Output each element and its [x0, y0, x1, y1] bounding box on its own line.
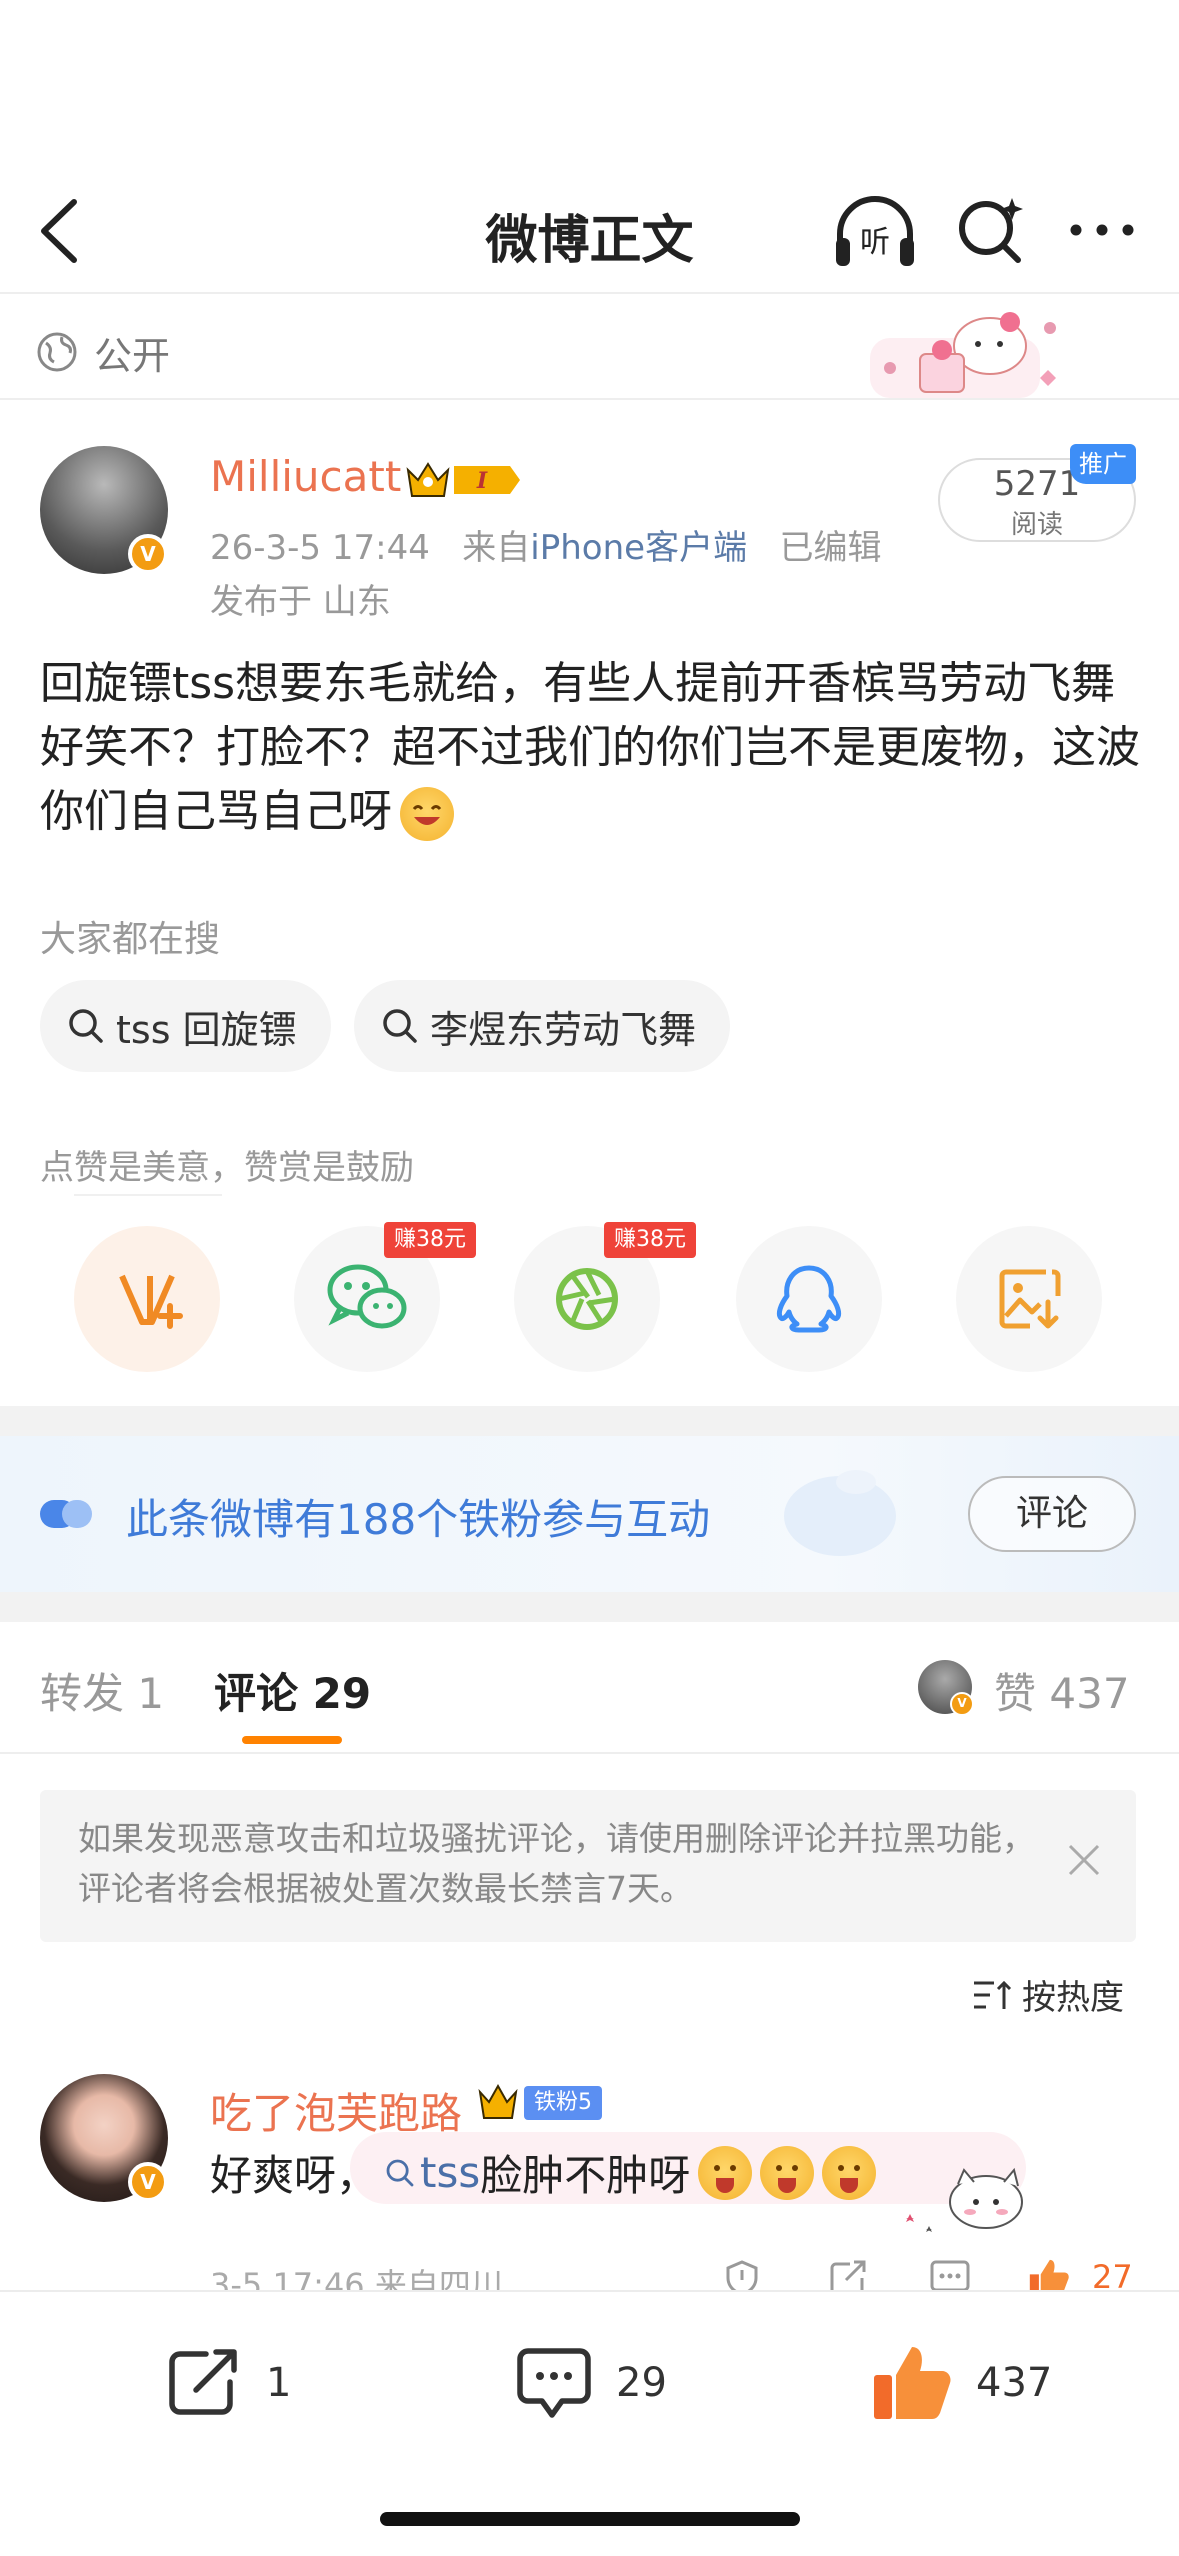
hot-search-chip[interactable]: 李煜东劳动飞舞 [354, 980, 731, 1072]
comment-icon [517, 2348, 591, 2418]
hot-search-chip-label: 李煜东劳动飞舞 [430, 1007, 697, 1052]
earn-badge: 赚38元 [384, 1222, 476, 1258]
cat-sticker-decoration [906, 2167, 1023, 2232]
visibility-row: 公开 [36, 322, 170, 382]
reward-v-icon [119, 1274, 183, 1329]
comment-bar-button[interactable]: 29 [514, 2338, 667, 2428]
close-icon[interactable] [1064, 1840, 1104, 1880]
post-content-text: 回旋镖tss想要东毛就给，有些人提前开香槟骂劳动飞舞好笑不？打脸不？超不过我们的… [40, 658, 1140, 837]
visibility-label: 公开 [94, 333, 171, 378]
verified-badge-icon: V [128, 2162, 168, 2202]
iron-fans-text: 此条微博有188个铁粉参与互动 [126, 1495, 711, 1544]
hot-search-chip-label: tss 回旋镖 [116, 1007, 297, 1052]
comment-count: 29 [616, 2360, 667, 2406]
tabs-divider [0, 1752, 1179, 1754]
more-icon[interactable] [1066, 210, 1138, 250]
search-icon [386, 2159, 414, 2186]
hot-search-title: 大家都在搜 [40, 919, 221, 960]
tab-likes[interactable]: 赞 437 [994, 1660, 1130, 1721]
repost-button[interactable]: 1 [166, 2338, 291, 2428]
nav-bar: 微博正文 听 [0, 170, 1179, 290]
post-from-prefix: 来自 [462, 528, 531, 568]
vip-crown-icon [478, 2083, 518, 2119]
search-icon[interactable] [956, 194, 1026, 266]
post-time: 26-3-5 17:44 [210, 528, 430, 568]
iron-fans-banner: 此条微博有188个铁粉参与互动 评论 [0, 1436, 1179, 1592]
listen-headphones-icon[interactable]: 听 [832, 192, 918, 272]
grin-emoji-icon [400, 787, 454, 841]
fan-level-badge: 铁粉5 [524, 2086, 602, 2120]
search-icon [69, 1009, 103, 1043]
post-source[interactable]: iPhone客户端 [530, 528, 747, 568]
image-download-icon [999, 1269, 1061, 1329]
level-badge: I [476, 468, 488, 494]
post-meta: 26-3-5 17:44 来自iPhone客户端 已编辑 [210, 520, 882, 569]
svg-text:听: 听 [860, 225, 890, 260]
section-gap [0, 1592, 1179, 1622]
comment-notice: 如果发现恶意攻击和垃圾骚扰评论，请使用删除评论并拉黑功能，评论者将会根据被处置次… [40, 1790, 1136, 1942]
verified-badge-icon: V [128, 534, 168, 574]
praise-pointer [74, 1194, 222, 1196]
read-count-label: 阅读 [1010, 510, 1063, 540]
active-tab-indicator [242, 1736, 342, 1744]
edited-label[interactable]: 已编辑 [780, 528, 882, 568]
comment-text-suffix: 脸肿不肿呀 [480, 2151, 691, 2200]
globe-icon [37, 332, 77, 372]
post-content: 回旋镖tss想要东毛就给，有些人提前开香槟骂劳动飞舞好笑不？打脸不？超不过我们的… [40, 652, 1140, 844]
praise-title: 点赞是美意，赞赏是鼓励 [40, 1148, 414, 1188]
home-indicator [380, 2512, 800, 2526]
earn-badge: 赚38元 [604, 1222, 696, 1258]
promote-badge[interactable]: 推广 [1070, 444, 1136, 484]
vip-crown-icon: I [406, 462, 520, 497]
reward-button[interactable] [74, 1226, 220, 1372]
sort-toggle[interactable]: 按热度 [972, 1970, 1124, 2019]
fans-tag-icon [40, 1500, 92, 1528]
tab-comments-count: 29 [312, 1669, 372, 1718]
author-name[interactable]: Milliucatt [210, 452, 401, 501]
comment-button[interactable]: 评论 [968, 1476, 1136, 1552]
search-icon [383, 1009, 417, 1043]
tab-likes-count: 437 [1049, 1669, 1130, 1718]
thumbs-up-icon [874, 2347, 951, 2419]
nav-divider [0, 292, 1179, 294]
repost-icon [169, 2349, 237, 2415]
tab-repost[interactable]: 转发 1 [40, 1660, 164, 1721]
qq-penguin-icon [776, 1265, 842, 1333]
comment-topic-link[interactable]: tss [384, 2148, 480, 2197]
comment-text: 好爽呀， tss 脸肿不肿呀 [210, 2142, 877, 2203]
tongue-emoji-icon [698, 2145, 753, 2200]
tab-comments-label: 评论 [214, 1669, 299, 1718]
save-image-button[interactable] [956, 1226, 1102, 1372]
like-count: 437 [976, 2360, 1053, 2406]
repost-count: 1 [266, 2360, 292, 2406]
tongue-emoji-icon [822, 2145, 877, 2200]
section-divider [0, 398, 1179, 400]
hot-search-chip[interactable]: tss 回旋镖 [40, 980, 331, 1072]
share-qq-button[interactable] [736, 1226, 882, 1372]
tab-likes-label: 赞 [994, 1669, 1037, 1718]
comment-notice-text: 如果发现恶意攻击和垃圾骚扰评论，请使用删除评论并拉黑功能，评论者将会根据被处置次… [78, 1819, 1035, 1908]
author-name-text: Milliucatt [210, 452, 402, 501]
post-location: 发布于 山东 [210, 582, 391, 622]
tongue-emoji-icon [760, 2145, 815, 2200]
tab-comments[interactable]: 评论 29 [214, 1660, 371, 1721]
section-gap [0, 1406, 1179, 1436]
hello-kitty-decoration [870, 312, 1056, 398]
like-button[interactable]: 437 [870, 2338, 1052, 2428]
weibo-detail-page: 微博正文 听 公开 V Milliucatt I 26-3-5 17:44 来自… [0, 0, 1179, 2556]
comment-topic-text: tss [420, 2148, 481, 2197]
comment-text-prefix: 好爽呀， [210, 2151, 379, 2200]
verified-badge-icon: V [950, 1692, 974, 1716]
sort-label: 按热度 [1022, 1978, 1124, 2018]
sort-icon [974, 1980, 1012, 2009]
decoration-mascot [784, 1470, 896, 1556]
